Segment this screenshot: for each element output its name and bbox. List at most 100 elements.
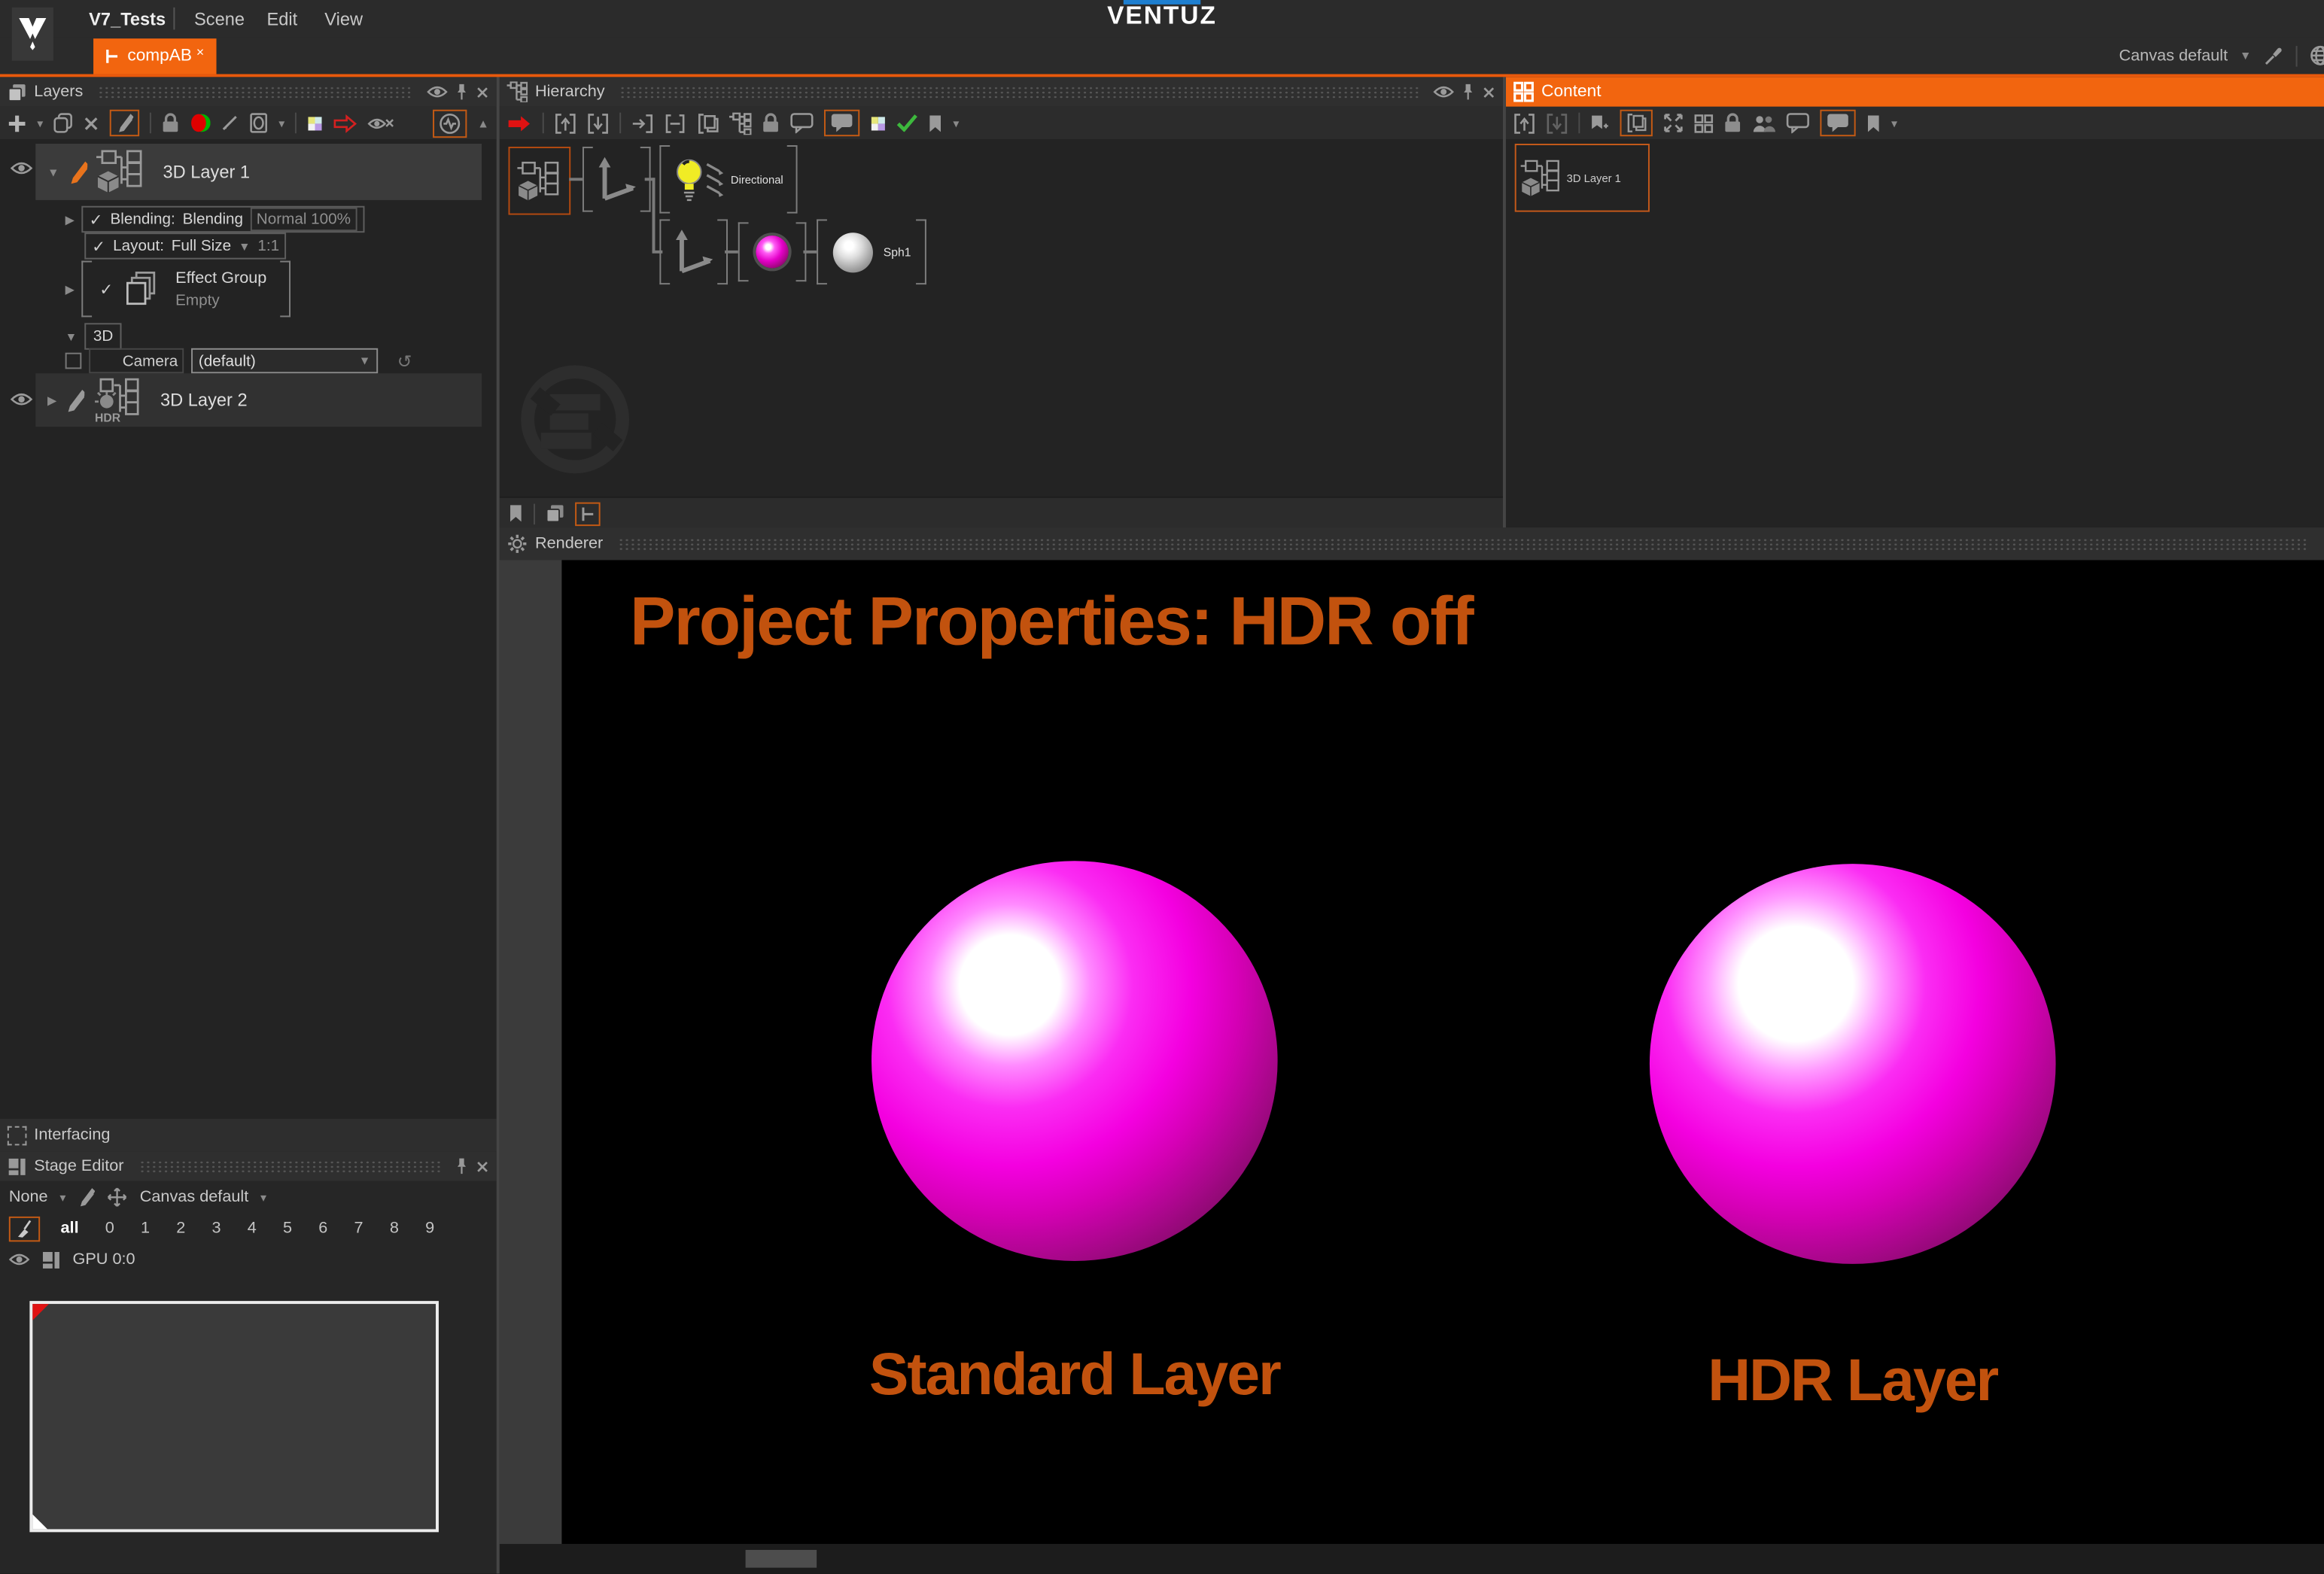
channel-0[interactable]: 0	[96, 1220, 123, 1238]
comment-filled-button[interactable]	[824, 110, 859, 136]
comment-filled-button[interactable]	[1820, 110, 1855, 136]
camera-reset-icon[interactable]: ↺	[397, 351, 412, 372]
clear-channels-button[interactable]	[9, 1216, 40, 1241]
content-item-3d-layer-1[interactable]: 3D Layer 1	[1515, 144, 1650, 212]
group-3d-box[interactable]: 3D	[84, 323, 122, 349]
effect-group-checkbox[interactable]: ✓	[99, 279, 113, 299]
menu-edit[interactable]: Edit	[266, 0, 297, 37]
solo-visibility-button[interactable]	[367, 115, 394, 132]
draw-mode-button[interactable]	[221, 114, 239, 132]
subtree-button[interactable]	[729, 112, 752, 135]
layer1-collapse-icon[interactable]: ▼	[47, 166, 59, 179]
channel-2[interactable]: 2	[168, 1220, 194, 1238]
channel-9[interactable]: 9	[416, 1220, 443, 1238]
channel-1[interactable]: 1	[132, 1220, 158, 1238]
panel-close-icon[interactable]	[476, 85, 489, 99]
panel-drag-area[interactable]	[98, 85, 412, 99]
live-update-button[interactable]	[333, 114, 357, 133]
hierarchy-canvas[interactable]: Directional Sph1	[500, 139, 1503, 497]
interfacing-panel[interactable]: Interfacing	[0, 1119, 497, 1151]
menu-scene[interactable]: Scene	[194, 0, 245, 37]
tree-tab-button[interactable]	[575, 502, 600, 526]
stage-preset-chevron-icon[interactable]: ▾	[59, 1190, 65, 1204]
render-channel-button[interactable]	[190, 113, 211, 134]
bookmark-icon[interactable]	[509, 504, 524, 524]
color-grid-button[interactable]	[307, 115, 324, 132]
expand-button[interactable]	[1663, 113, 1684, 134]
stage-move-icon[interactable]	[107, 1187, 128, 1208]
canvas-selector[interactable]: Canvas default	[2119, 47, 2228, 65]
camera-checkbox[interactable]	[65, 353, 82, 369]
panel-pin-icon[interactable]	[1462, 83, 1475, 101]
comment-button[interactable]	[1786, 113, 1810, 134]
blending-mode[interactable]: Normal 100%	[251, 208, 357, 232]
renderer-hscrollbar[interactable]	[500, 1544, 2324, 1573]
stage-pencil-icon[interactable]	[78, 1187, 96, 1208]
bookmark-button[interactable]	[1866, 114, 1881, 133]
flag-small-button[interactable]	[1590, 114, 1610, 133]
export-button[interactable]	[1513, 112, 1536, 135]
validate-check-icon[interactable]	[896, 114, 917, 132]
channel-4[interactable]: 4	[239, 1220, 265, 1238]
panel-eye-icon[interactable]	[1433, 84, 1454, 99]
panel-drag-area[interactable]	[618, 537, 2309, 551]
layer1-visibility-eye-icon[interactable]	[11, 160, 33, 177]
hold-bracket-button[interactable]	[664, 112, 686, 135]
channel-3[interactable]: 3	[203, 1220, 230, 1238]
vertical-splitter-left[interactable]	[497, 77, 500, 1573]
node-axes-1[interactable]	[583, 147, 651, 212]
canvas-selector-chevron-icon[interactable]: ▼	[2240, 49, 2252, 62]
panel-drag-area[interactable]	[138, 1159, 440, 1173]
layout-chevron-icon[interactable]: ▼	[239, 239, 251, 253]
node-material[interactable]	[738, 222, 807, 281]
node-3d-layer-root[interactable]	[509, 147, 571, 215]
node-directional-light[interactable]: Directional	[659, 145, 798, 214]
blending-row[interactable]: ▶ ✓ Blending: Blending Normal 100%	[65, 206, 364, 232]
layer2-visibility-eye-icon[interactable]	[11, 391, 33, 408]
content-panel-header[interactable]: Content	[1506, 77, 2324, 106]
globe-icon[interactable]	[2309, 44, 2324, 67]
blending-checkbox[interactable]: ✓	[89, 210, 102, 229]
layer2-expand-icon[interactable]: ▶	[47, 394, 56, 407]
lock-button[interactable]	[1723, 113, 1741, 134]
menu-view[interactable]: View	[324, 0, 363, 37]
layer1-pencil-icon[interactable]	[68, 160, 87, 184]
add-layer-chevron-icon[interactable]: ▾	[37, 117, 43, 130]
renderer-hscrollbar-thumb[interactable]	[746, 1550, 817, 1568]
edit-layer-button[interactable]	[110, 110, 139, 136]
vertical-splitter-right[interactable]	[1503, 77, 1506, 527]
mask-chevron-icon[interactable]: ▾	[278, 117, 284, 130]
blending-expand-icon[interactable]: ▶	[65, 213, 75, 226]
export-node-button[interactable]	[555, 112, 577, 135]
gpu-row[interactable]: GPU 0:0	[9, 1246, 135, 1272]
scroll-up-icon[interactable]: ▲	[477, 117, 489, 130]
group-3d-collapse-icon[interactable]: ▼	[65, 330, 78, 343]
lock-node-button[interactable]	[762, 113, 780, 134]
add-layer-button[interactable]	[8, 114, 27, 133]
effect-group-expand-icon[interactable]: ▶	[65, 282, 75, 296]
content-body[interactable]: 3D Layer 1	[1506, 139, 2324, 527]
stage-editor-header[interactable]: Stage Editor	[0, 1151, 497, 1180]
group-3d-row[interactable]: ▼ 3D	[65, 323, 123, 349]
import-button[interactable]	[1546, 112, 1568, 135]
delete-layer-button[interactable]	[83, 115, 99, 132]
channel-all[interactable]: all	[52, 1220, 87, 1238]
effect-group-row[interactable]: ▶ ✓ Effect Group Empty	[65, 261, 290, 318]
users-button[interactable]	[1752, 114, 1776, 133]
duplicate-layer-button[interactable]	[53, 113, 73, 134]
channel-7[interactable]: 7	[345, 1220, 372, 1238]
stage-preview[interactable]	[29, 1301, 439, 1532]
import-node-button[interactable]	[587, 112, 610, 135]
panel-close-icon[interactable]	[1482, 85, 1495, 99]
layer-row-3d-layer-2[interactable]: ▶ HDR 3D Layer 2	[35, 373, 482, 427]
tab-compab[interactable]: compAB ×	[93, 38, 216, 74]
panel-pin-icon[interactable]	[455, 83, 469, 101]
stage-canvas-select[interactable]: Canvas default	[140, 1188, 249, 1206]
render-viewport[interactable]: Project Properties: HDR off Standard Lay…	[561, 560, 2324, 1544]
layer2-pencil-icon[interactable]	[65, 387, 85, 412]
comment-button[interactable]	[790, 113, 814, 134]
layer-bracket-button[interactable]	[697, 112, 719, 135]
camera-select[interactable]: (default) ▼	[191, 348, 378, 373]
channel-8[interactable]: 8	[381, 1220, 407, 1238]
color-grid-button[interactable]	[870, 115, 887, 132]
